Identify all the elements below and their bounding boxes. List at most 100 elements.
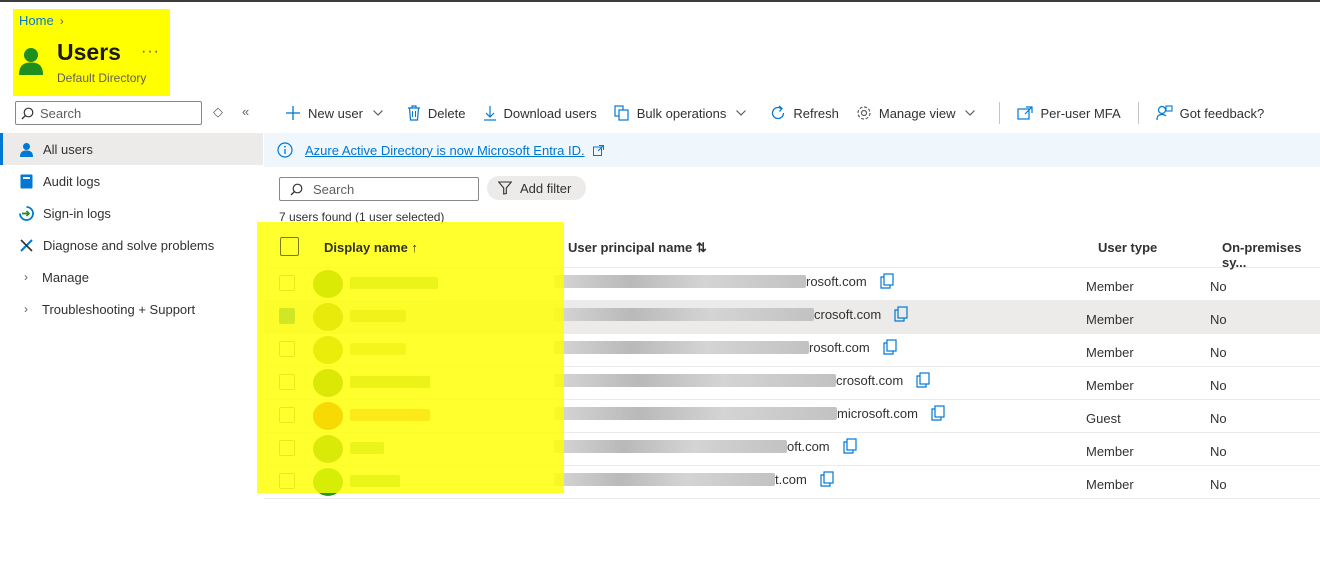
delete-button[interactable]: Delete — [407, 105, 466, 121]
download-users-button[interactable]: Download users — [483, 105, 597, 121]
redacted-display-name[interactable] — [350, 277, 438, 289]
table-row[interactable]: rosoft.com Member No — [264, 334, 1320, 367]
copy-icon[interactable] — [820, 471, 834, 487]
avatar — [313, 270, 343, 298]
avatar — [313, 402, 343, 430]
user-type-cell: Member — [1086, 279, 1134, 294]
new-user-button[interactable]: New user — [285, 105, 390, 121]
sidebar-item-manage[interactable]: › Manage — [0, 261, 263, 293]
sidebar-nav: All users Audit logs Sign-in logs Diagno… — [0, 133, 263, 325]
manage-view-button[interactable]: Manage view — [856, 105, 983, 121]
avatar — [313, 303, 343, 331]
column-header-on-premises[interactable]: On-premises sy... — [1222, 240, 1320, 270]
redacted-display-name[interactable] — [350, 475, 400, 487]
row-checkbox[interactable] — [279, 275, 295, 291]
sidebar-item-diagnose[interactable]: Diagnose and solve problems — [0, 229, 263, 261]
row-checkbox[interactable] — [279, 407, 295, 423]
on-premises-cell: No — [1210, 378, 1227, 393]
table-row[interactable]: oft.com Member No — [264, 433, 1320, 466]
row-checkbox[interactable] — [279, 440, 295, 456]
add-filter-button[interactable]: Add filter — [487, 176, 586, 200]
toolbar-divider — [999, 102, 1001, 124]
table-row[interactable]: rosoft.com Member No — [264, 268, 1320, 301]
external-link-icon[interactable] — [592, 144, 604, 156]
redacted-display-name[interactable] — [350, 442, 384, 454]
trash-icon — [407, 105, 420, 121]
redacted-display-name[interactable] — [350, 343, 406, 355]
gear-icon — [857, 106, 871, 120]
on-premises-cell: No — [1210, 279, 1227, 294]
copy-icon[interactable] — [916, 372, 930, 388]
refresh-button[interactable]: Refresh — [770, 105, 839, 121]
chevron-right-icon: › — [24, 270, 28, 284]
entra-id-link[interactable]: Azure Active Directory is now Microsoft … — [305, 143, 585, 158]
chevron-down-icon — [736, 110, 747, 116]
sidebar-item-label: All users — [43, 141, 93, 157]
collapse-sidebar-icon[interactable]: « — [242, 104, 249, 119]
refresh-label: Refresh — [793, 105, 839, 121]
sidebar-search-input[interactable] — [38, 104, 192, 122]
on-premises-cell: No — [1210, 477, 1227, 492]
chevron-down-icon — [372, 110, 383, 116]
table-row[interactable]: crosoft.com Member No — [264, 301, 1320, 334]
sidebar-item-audit-logs[interactable]: Audit logs — [0, 165, 263, 197]
chevron-down-icon — [965, 110, 976, 116]
copy-icon[interactable] — [880, 273, 894, 289]
more-options-button[interactable]: ··· — [141, 43, 160, 61]
table-row[interactable]: crosoft.com Member No — [264, 367, 1320, 400]
per-user-mfa-button[interactable]: Per-user MFA — [1017, 105, 1121, 121]
copy-icon[interactable] — [894, 306, 908, 322]
copy-icon[interactable] — [883, 339, 897, 355]
breadcrumb-home-link[interactable]: Home — [19, 13, 54, 28]
expand-collapse-icon[interactable]: ◇ — [213, 104, 223, 120]
redacted-display-name[interactable] — [350, 376, 430, 388]
sidebar-item-all-users[interactable]: All users — [0, 133, 263, 165]
bulk-operations-button[interactable]: Bulk operations — [614, 105, 754, 121]
column-header-display-name[interactable]: Display name ↑ — [324, 240, 418, 255]
column-header-user-type[interactable]: User type — [1098, 240, 1157, 255]
per-user-mfa-label: Per-user MFA — [1040, 105, 1121, 121]
table-row[interactable]: t.com Member No — [264, 466, 1320, 499]
avatar — [313, 468, 343, 496]
sidebar-item-sign-in-logs[interactable]: Sign-in logs — [0, 197, 263, 229]
upn-domain-text: microsoft.com — [837, 405, 918, 421]
table-row[interactable]: microsoft.com Guest No — [264, 400, 1320, 433]
search-icon — [290, 183, 303, 195]
wrench-icon — [18, 237, 34, 253]
row-checkbox[interactable] — [279, 473, 295, 489]
select-all-checkbox[interactable] — [280, 237, 299, 256]
on-premises-cell: No — [1210, 312, 1227, 327]
copy-icon[interactable] — [843, 438, 857, 454]
upn-domain-text: oft.com — [787, 438, 830, 454]
sidebar-item-troubleshooting[interactable]: › Troubleshooting + Support — [0, 293, 263, 325]
user-search-input[interactable] — [311, 180, 475, 198]
redacted-upn — [554, 307, 814, 321]
row-checkbox[interactable] — [279, 308, 295, 324]
row-checkbox[interactable] — [279, 374, 295, 390]
redacted-upn — [554, 472, 775, 486]
delete-label: Delete — [427, 105, 466, 121]
user-principal-name: rosoft.com — [554, 273, 894, 289]
column-header-upn[interactable]: User principal name ⇅ — [568, 240, 707, 256]
plus-icon — [286, 106, 300, 120]
sidebar-item-label: Troubleshooting + Support — [42, 301, 196, 317]
feedback-icon — [1156, 105, 1173, 121]
external-link-icon — [1017, 106, 1034, 120]
user-type-cell: Member — [1086, 345, 1134, 360]
row-checkbox[interactable] — [279, 341, 295, 357]
new-user-label: New user — [308, 105, 363, 121]
user-icon — [18, 141, 34, 157]
upn-domain-text: rosoft.com — [809, 339, 870, 355]
redacted-display-name[interactable] — [350, 409, 430, 421]
sign-in-icon — [18, 205, 34, 221]
manage-view-label: Manage view — [878, 105, 956, 121]
on-premises-cell: No — [1210, 411, 1227, 426]
redacted-display-name[interactable] — [350, 310, 406, 322]
got-feedback-button[interactable]: Got feedback? — [1156, 105, 1264, 121]
user-principal-name: crosoft.com — [554, 372, 930, 388]
user-principal-name: rosoft.com — [554, 339, 897, 355]
avatar — [313, 369, 343, 397]
copy-icon[interactable] — [931, 405, 945, 421]
filter-icon — [498, 181, 512, 195]
chevron-right-icon: › — [24, 302, 28, 316]
